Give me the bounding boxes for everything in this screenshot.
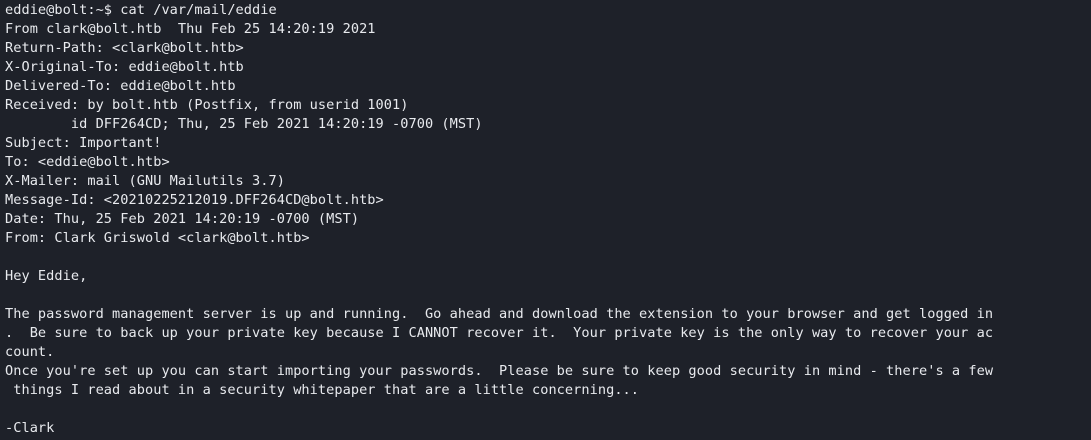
header-received-continued: id DFF264CD; Thu, 25 Feb 2021 14:20:19 -… xyxy=(5,116,483,132)
mail-signature: -Clark xyxy=(5,420,55,436)
header-delivered-to: Delivered-To: eddie@bolt.htb xyxy=(5,78,236,94)
mail-body-line: things I read about in a security whitep… xyxy=(5,382,640,398)
header-received: Received: by bolt.htb (Postfix, from use… xyxy=(5,97,409,113)
mail-greeting: Hey Eddie, xyxy=(5,268,88,284)
header-return-path: Return-Path: <clark@bolt.htb> xyxy=(5,40,244,56)
shell-prompt: eddie@bolt:~$ xyxy=(5,2,121,18)
command-line: eddie@bolt:~$ cat /var/mail/eddie xyxy=(5,1,1091,20)
mail-body-line: . Be sure to back up your private key be… xyxy=(5,325,994,341)
header-x-original-to: X-Original-To: eddie@bolt.htb xyxy=(5,59,244,75)
header-x-mailer: X-Mailer: mail (GNU Mailutils 3.7) xyxy=(5,173,285,189)
header-message-id: Message-Id: <20210225212019.DFF264CD@bol… xyxy=(5,192,384,208)
mail-body-line: count. xyxy=(5,344,55,360)
mail-body-line: The password management server is up and… xyxy=(5,306,994,322)
header-to: To: <eddie@bolt.htb> xyxy=(5,154,170,170)
terminal-window[interactable]: eddie@bolt:~$ cat /var/mail/eddie From c… xyxy=(0,0,1091,440)
header-date: Date: Thu, 25 Feb 2021 14:20:19 -0700 (M… xyxy=(5,211,360,227)
mail-from-line: From clark@bolt.htb Thu Feb 25 14:20:19 … xyxy=(5,21,376,37)
header-subject: Subject: Important! xyxy=(5,135,162,151)
header-from: From: Clark Griswold <clark@bolt.htb> xyxy=(5,230,310,246)
mail-body-line: Once you're set up you can start importi… xyxy=(5,363,994,379)
command-text: cat /var/mail/eddie xyxy=(120,2,277,18)
